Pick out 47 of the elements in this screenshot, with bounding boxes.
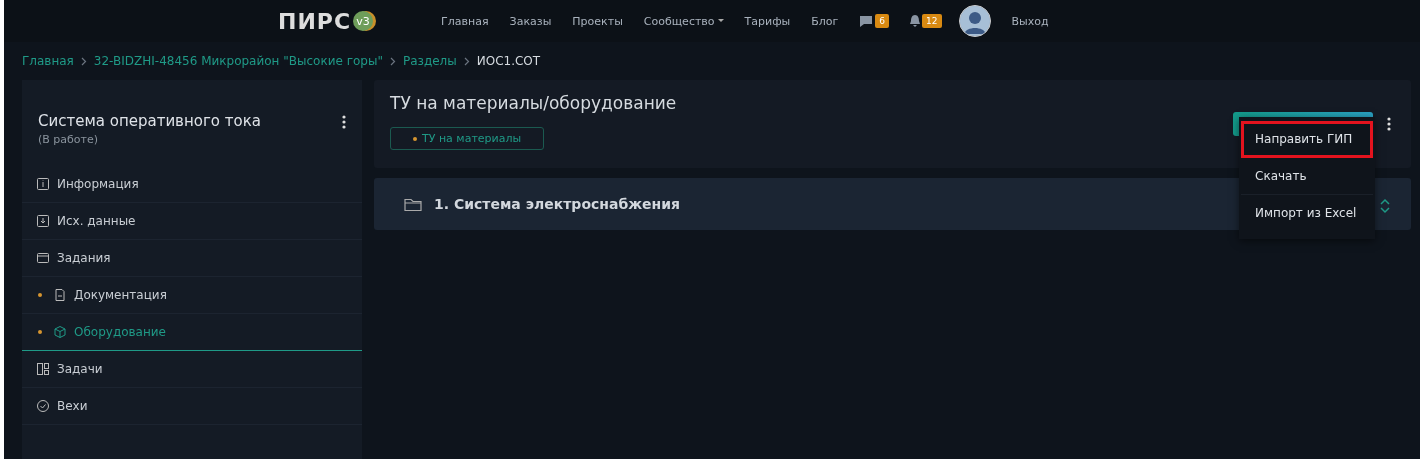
sidebar-item[interactable]: Задачи	[22, 351, 362, 388]
cube-icon	[53, 325, 67, 339]
bell-icon[interactable]	[910, 15, 921, 27]
nav-link[interactable]: Блог	[811, 14, 839, 28]
download-icon	[36, 214, 50, 228]
breadcrumb-link[interactable]: 32-BIDZHI-48456 Микрорайон "Высокие горы"	[93, 54, 383, 68]
nav-link[interactable]: Заказы	[509, 14, 552, 28]
logout-link[interactable]: Выход	[1011, 14, 1049, 28]
notification-count: 12	[922, 14, 942, 28]
nav-link[interactable]: Тарифы	[744, 14, 791, 28]
breadcrumb-link[interactable]: Разделы	[402, 54, 457, 68]
avatar[interactable]	[958, 5, 991, 37]
sidebar-title: Система оперативного тока	[38, 112, 261, 130]
nav-link[interactable]: Главная	[441, 14, 489, 28]
folder-icon	[404, 196, 422, 212]
tag-filter[interactable]: ТУ на материалы	[390, 127, 545, 150]
more-icon[interactable]	[1387, 116, 1391, 132]
document-icon	[53, 288, 67, 302]
page-title: ТУ на материалы/оборудование	[390, 93, 678, 113]
message-count: 6	[875, 14, 890, 28]
board-icon	[36, 362, 50, 376]
status-dot	[413, 136, 417, 141]
menu-item[interactable]: Импорт из Excel	[1241, 195, 1373, 231]
breadcrumb-link[interactable]: Главная	[22, 54, 74, 68]
sidebar-item[interactable]: Вехи	[22, 388, 362, 425]
nav-link[interactable]: Проекты	[572, 14, 623, 28]
chat-icon[interactable]	[859, 15, 874, 27]
sidebar-item[interactable]: Документация	[22, 277, 362, 314]
menu-item[interactable]: Направить ГИП	[1241, 121, 1373, 158]
chevron-icon	[389, 56, 396, 66]
window-icon	[36, 251, 50, 265]
breadcrumb-link[interactable]: ИОС1.СОТ	[476, 54, 541, 68]
status-label: (В работе)	[38, 133, 100, 146]
nav-link[interactable]: Сообщество	[643, 14, 724, 28]
menu-item[interactable]: Скачать	[1241, 158, 1373, 195]
sidebar-item[interactable]: Задания	[22, 240, 362, 277]
version-badge: v3	[353, 11, 374, 31]
chevron-icon	[463, 56, 470, 66]
sidebar-item[interactable]: Исх. данные	[22, 203, 362, 240]
expand-icon[interactable]	[1379, 198, 1391, 214]
sidebar-item[interactable]: Оборудование	[22, 314, 362, 351]
logo[interactable]: ПИРС	[278, 8, 352, 34]
chevron-icon	[80, 56, 87, 66]
check-circle-icon	[36, 399, 50, 413]
sidebar-item[interactable]: Информация	[22, 166, 362, 203]
more-icon[interactable]	[342, 114, 346, 130]
info-icon	[36, 177, 50, 191]
